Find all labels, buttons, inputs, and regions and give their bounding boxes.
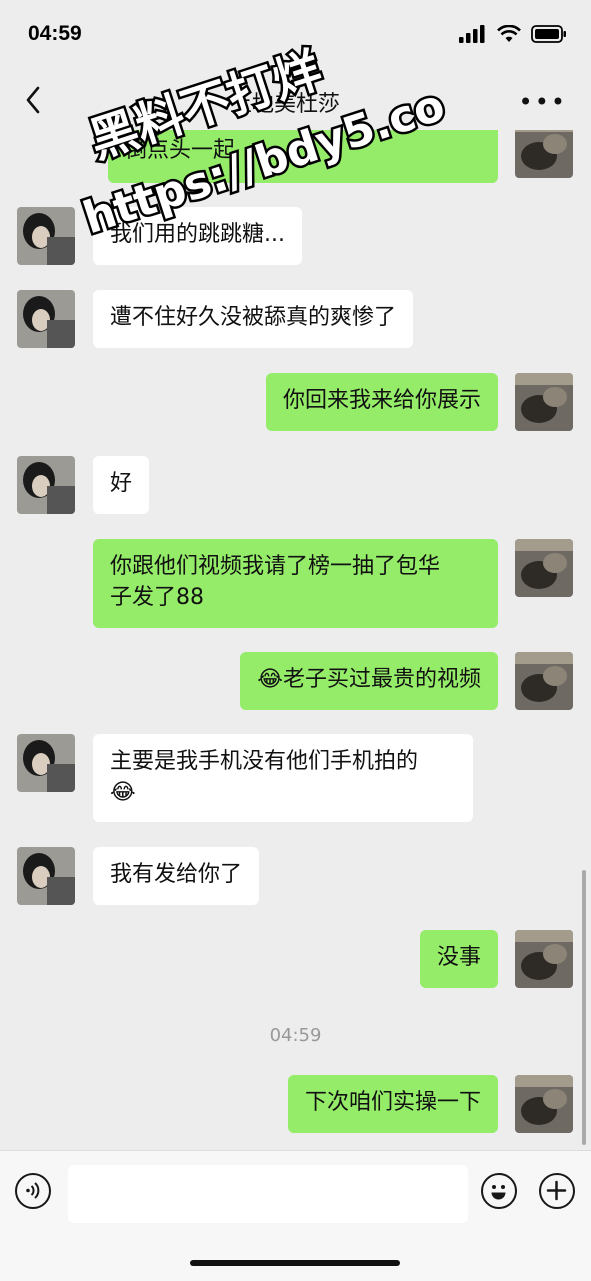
status-bar: 04:59 xyxy=(0,0,591,70)
chat-message-list[interactable]: 倒点头一起 我们用的跳跳糖... 遭不住好久没被舔真的爽惨了 你回来我来给你展示… xyxy=(0,130,591,1150)
avatar[interactable] xyxy=(17,847,75,905)
avatar[interactable] xyxy=(515,130,573,178)
chat-timestamp: 04:59 xyxy=(269,1025,322,1046)
message-bubble[interactable]: 好 xyxy=(93,456,150,514)
message-bubble[interactable]: 遭不住好久没被舔真的爽惨了 xyxy=(93,290,414,348)
chevron-left-icon xyxy=(26,86,40,114)
nav-bar: 土地美杜莎 ••• xyxy=(0,70,591,130)
avatar[interactable] xyxy=(515,373,573,431)
voice-icon xyxy=(26,1182,40,1199)
avatar[interactable] xyxy=(17,456,75,514)
avatar[interactable] xyxy=(17,290,75,348)
message-bubble[interactable]: 我们用的跳跳糖... xyxy=(93,207,302,265)
battery-icon xyxy=(531,25,566,43)
home-indicator xyxy=(190,1260,400,1266)
message-bubble[interactable]: 你跟他们视频我请了榜一抽了包华 子发了88 xyxy=(93,539,498,628)
avatar[interactable] xyxy=(515,930,573,988)
voice-button[interactable] xyxy=(15,1173,51,1209)
message-bubble[interactable]: 😂老子买过最贵的视频 xyxy=(240,652,498,710)
wifi-icon xyxy=(497,25,521,42)
status-icons xyxy=(459,25,567,43)
message-bubble[interactable]: 主要是我手机没有他们手机拍的 😂 xyxy=(93,734,473,822)
signal-icon xyxy=(459,25,485,43)
plus-button[interactable] xyxy=(539,1173,575,1209)
avatar[interactable] xyxy=(17,207,75,265)
avatar[interactable] xyxy=(515,1075,573,1133)
message-bubble[interactable]: 倒点头一起 xyxy=(108,130,498,183)
emoji-button[interactable] xyxy=(481,1173,517,1209)
chat-title: 土地美杜莎 xyxy=(230,92,341,117)
more-options-button[interactable]: ••• xyxy=(519,88,567,116)
message-bubble[interactable]: 你回来我来给你展示 xyxy=(265,373,498,431)
avatar[interactable] xyxy=(17,734,75,792)
message-bubble[interactable]: 我有发给你了 xyxy=(93,847,260,905)
scrollbar[interactable] xyxy=(582,870,586,1145)
status-time: 04:59 xyxy=(28,22,82,45)
avatar[interactable] xyxy=(515,652,573,710)
message-bubble[interactable]: 下次咱们实操一下 xyxy=(287,1075,498,1133)
message-input[interactable] xyxy=(68,1165,468,1223)
message-bubble[interactable]: 没事 xyxy=(419,930,498,988)
emoji-icon xyxy=(491,1185,506,1200)
back-button[interactable] xyxy=(18,82,48,118)
avatar[interactable] xyxy=(515,539,573,597)
plus-icon xyxy=(546,1180,567,1201)
